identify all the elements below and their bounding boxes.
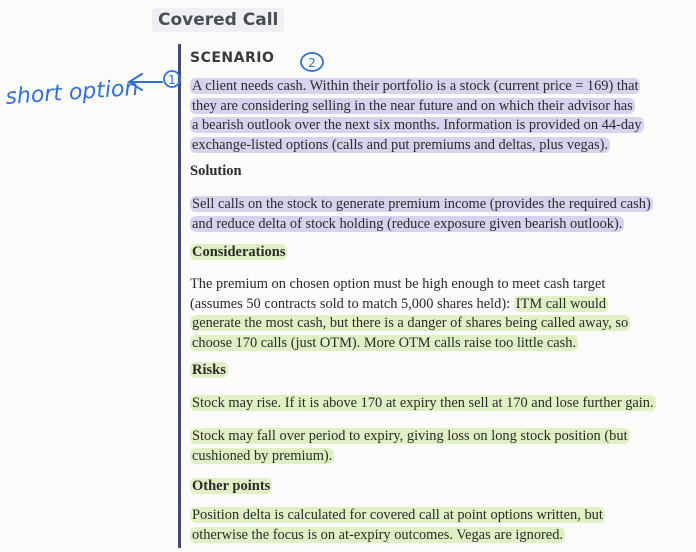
solution-line-2: and reduce delta of stock holding (reduc…	[190, 215, 625, 232]
other-points-paragraph: Position delta is calculated for covered…	[190, 506, 692, 545]
considerations-itm-highlight: ITM call would	[513, 295, 609, 312]
arrow-left-icon	[127, 73, 163, 91]
risks-line-3: cushioned by premium).	[190, 447, 335, 464]
scenario-line-3: a bearish outlook over the next six mont…	[190, 117, 644, 133]
risks-heading: Risks	[190, 362, 228, 379]
risks-line-1: Stock may rise. If it is above 170 at ex…	[190, 395, 656, 411]
considerations-line-1: The premium on chosen option must be hig…	[190, 276, 606, 292]
considerations-heading: Considerations	[190, 244, 288, 261]
other-points-heading: Other points	[190, 478, 273, 495]
other-points-line-2: otherwise the focus is on at-expiry outc…	[190, 526, 565, 543]
marker-circle-2-icon	[300, 52, 324, 72]
considerations-line-2-text: (assumes 50 contracts sold to match 5,00…	[190, 295, 514, 312]
risks-paragraph-2: Stock may fall over period to expiry, gi…	[190, 427, 692, 466]
marker-1-number: 1	[168, 73, 176, 87]
scenario-line-1: A client needs cash. Within their portfo…	[190, 78, 641, 94]
scenario-line-4: exchange-listed options (calls and put p…	[190, 136, 611, 153]
considerations-line-3: generate the most cash, but there is a d…	[190, 315, 631, 331]
marker-2-number: 2	[308, 56, 316, 70]
handwritten-short-option: short option	[5, 76, 140, 110]
risks-heading-text: Risks	[190, 362, 228, 378]
solution-heading: Solution	[190, 163, 242, 179]
considerations-paragraph: The premium on chosen option must be hig…	[190, 275, 692, 353]
bleed-through-text	[190, 34, 193, 46]
solution-line-1: Sell calls on the stock to generate prem…	[190, 196, 653, 212]
solution-paragraph: Sell calls on the stock to generate prem…	[190, 195, 692, 234]
scenario-line-2: they are considering selling in the near…	[190, 97, 635, 114]
considerations-heading-text: Considerations	[190, 244, 288, 260]
considerations-line-4: choose 170 calls (just OTM). More OTM ca…	[190, 334, 579, 351]
risks-line-2: Stock may fall over period to expiry, gi…	[190, 428, 630, 444]
page-title: Covered Call	[152, 8, 285, 32]
section-rule	[178, 44, 181, 548]
other-points-line-1: Position delta is calculated for covered…	[190, 507, 605, 523]
scenario-paragraph: A client needs cash. Within their portfo…	[190, 77, 692, 155]
considerations-line-2: (assumes 50 contracts sold to match 5,00…	[190, 295, 692, 315]
other-points-heading-text: Other points	[190, 478, 273, 494]
risks-paragraph-1: Stock may rise. If it is above 170 at ex…	[190, 394, 692, 414]
scenario-label: SCENARIO	[190, 50, 275, 66]
